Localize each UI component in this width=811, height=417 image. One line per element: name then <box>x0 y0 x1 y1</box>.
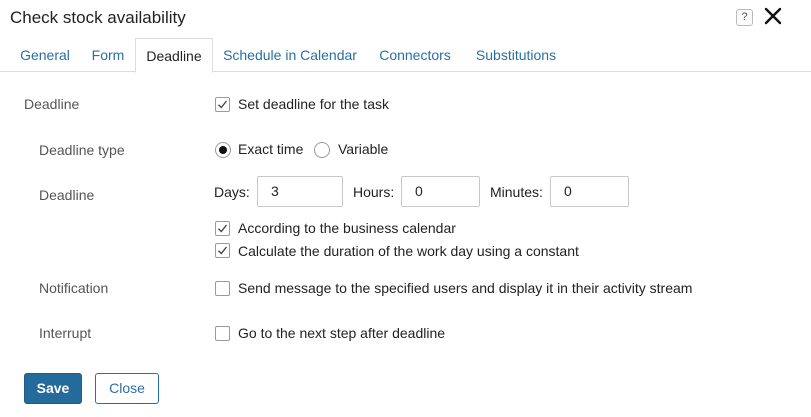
hours-label: Hours: <box>353 184 395 200</box>
radio-variable[interactable] <box>314 142 330 158</box>
notification-label: Notification <box>39 280 109 296</box>
tab-form[interactable]: Form <box>84 38 132 72</box>
deadline-type-label: Deadline type <box>39 142 125 158</box>
help-icon[interactable]: ? <box>736 9 753 26</box>
set-deadline-label: Set deadline for the task <box>238 96 389 112</box>
hours-input[interactable]: 0 <box>401 176 480 207</box>
constant-duration-label: Calculate the duration of the work day u… <box>238 243 579 259</box>
minutes-input[interactable]: 0 <box>550 176 629 207</box>
days-label: Days: <box>214 184 250 200</box>
check-icon <box>218 246 228 255</box>
interrupt-option-label: Go to the next step after deadline <box>238 325 446 341</box>
days-input[interactable]: 3 <box>257 176 343 207</box>
notification-checkbox[interactable] <box>215 281 230 296</box>
constant-duration-checkbox[interactable] <box>215 243 230 258</box>
notification-option-label: Send message to the specified users and … <box>238 280 693 296</box>
minutes-label: Minutes: <box>490 184 543 200</box>
set-deadline-checkbox[interactable] <box>215 97 230 112</box>
close-button[interactable]: Close <box>95 373 159 404</box>
tab-schedule-in-calendar[interactable]: Schedule in Calendar <box>217 38 363 72</box>
variable-label: Variable <box>338 141 389 157</box>
interrupt-checkbox[interactable] <box>215 326 230 341</box>
check-icon <box>218 224 228 233</box>
interrupt-label: Interrupt <box>39 325 92 341</box>
tab-connectors[interactable]: Connectors <box>369 38 461 72</box>
deadline-label: Deadline <box>39 187 95 203</box>
check-icon <box>218 100 228 109</box>
business-calendar-label: According to the business calendar <box>238 220 456 236</box>
tab-deadline[interactable]: Deadline <box>135 38 213 73</box>
business-calendar-checkbox[interactable] <box>215 221 230 236</box>
close-icon[interactable] <box>763 6 783 26</box>
save-button[interactable]: Save <box>24 373 82 404</box>
tab-bar: General Form Deadline Schedule in Calend… <box>0 38 811 73</box>
tab-substitutions[interactable]: Substitutions <box>467 38 565 72</box>
exact-time-label: Exact time <box>238 141 304 157</box>
deadline-section-label: Deadline <box>24 96 80 112</box>
dialog-title: Check stock availability <box>10 8 186 27</box>
radio-exact-time[interactable] <box>215 142 231 158</box>
tab-general[interactable]: General <box>10 38 80 72</box>
